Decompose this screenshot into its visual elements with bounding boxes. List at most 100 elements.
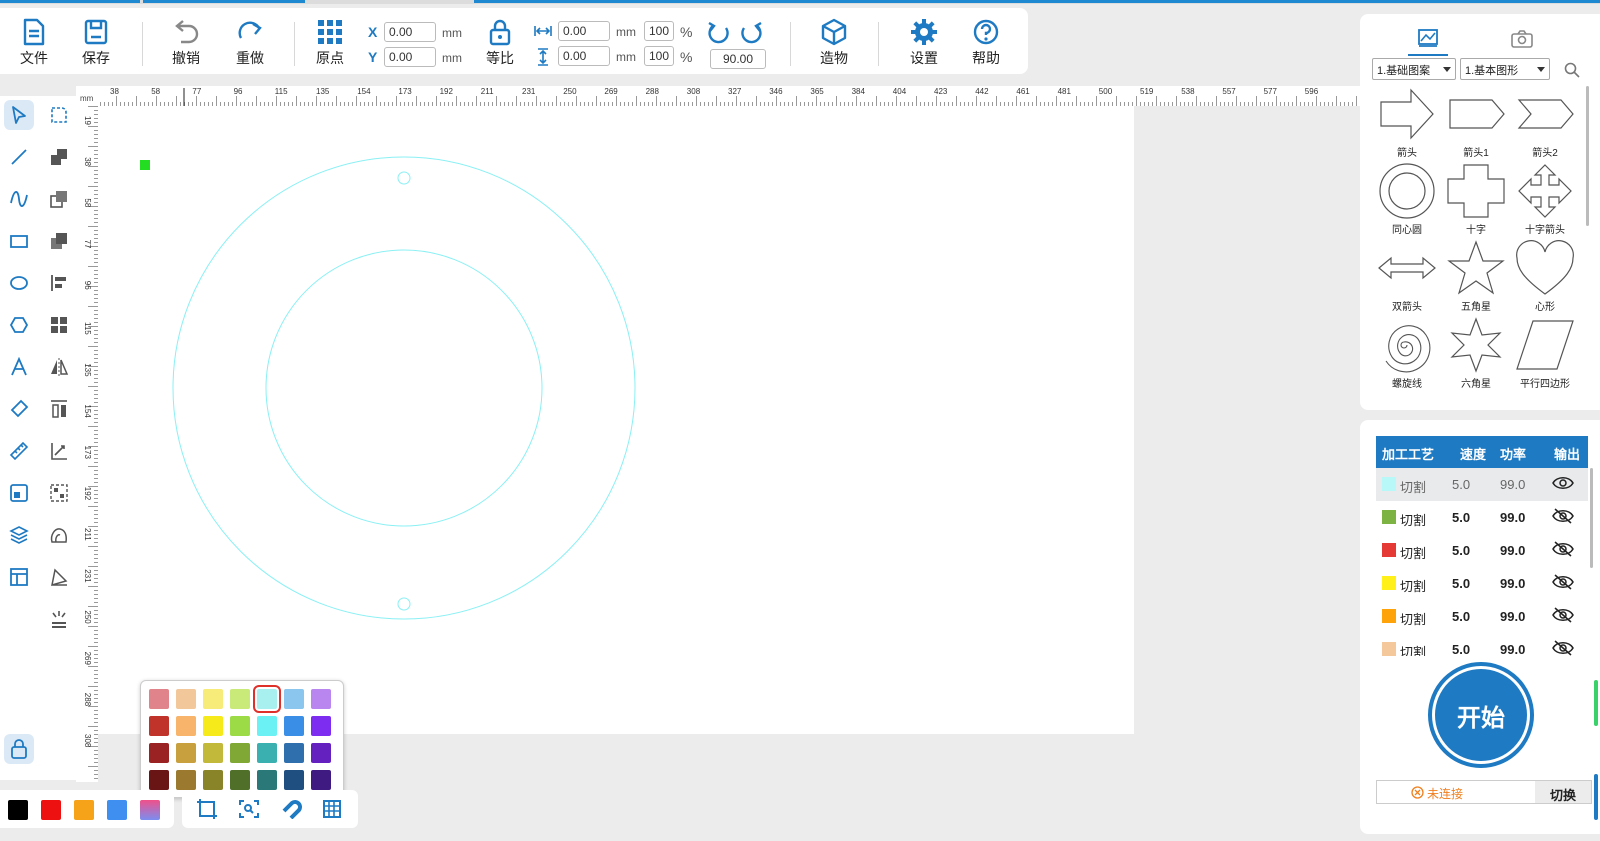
shape-list-scrollbar[interactable] — [1586, 86, 1589, 226]
bottom-hole-shape[interactable] — [397, 597, 411, 611]
boolean-intersect-tool[interactable] — [44, 226, 74, 256]
image-tab[interactable] — [1408, 22, 1448, 56]
boolean-union-tool[interactable] — [44, 142, 74, 172]
fit-canvas-icon[interactable] — [196, 799, 218, 819]
width-percent-input[interactable] — [644, 21, 674, 41]
y-position-input[interactable] — [384, 47, 436, 67]
palette-swatch[interactable] — [149, 743, 169, 763]
palette-swatch[interactable] — [311, 689, 331, 709]
palette-swatch[interactable] — [284, 743, 304, 763]
magnet-snap-icon[interactable] — [280, 799, 302, 819]
layer-color-chip[interactable] — [1382, 576, 1396, 590]
palette-swatch[interactable] — [149, 689, 169, 709]
save-button[interactable]: 保存 — [74, 18, 118, 68]
trace-tool[interactable] — [44, 520, 74, 550]
drawing-canvas[interactable] — [98, 106, 1134, 734]
palette-swatch[interactable] — [203, 770, 223, 790]
palette-swatch[interactable] — [149, 770, 169, 790]
panel-tool[interactable] — [4, 562, 34, 592]
camera-tab[interactable] — [1502, 22, 1542, 56]
lock-ratio-button[interactable]: 等比 — [478, 18, 522, 68]
search-icon[interactable] — [1564, 62, 1580, 78]
start-button[interactable]: 开始 — [1428, 662, 1534, 768]
rotation-angle-input[interactable] — [710, 49, 766, 69]
palette-swatch[interactable] — [257, 716, 277, 736]
palette-swatch[interactable] — [230, 770, 250, 790]
layers-tool[interactable] — [4, 520, 34, 550]
redo-button[interactable]: 重做 — [228, 18, 272, 68]
eye-off-icon[interactable] — [1552, 540, 1574, 558]
light-tool[interactable] — [44, 604, 74, 634]
rotate-left-icon[interactable] — [706, 20, 732, 46]
array-tool[interactable] — [44, 310, 74, 340]
palette-swatch[interactable] — [176, 716, 196, 736]
height-percent-input[interactable] — [644, 46, 674, 66]
layer-color-chip[interactable] — [1382, 510, 1396, 524]
palette-swatch[interactable] — [203, 743, 223, 763]
width-input[interactable] — [558, 21, 610, 41]
process-row[interactable]: 切割 5.0 99.0 — [1376, 600, 1588, 633]
palette-swatch[interactable] — [230, 743, 250, 763]
x-position-input[interactable] — [384, 22, 436, 42]
zoom-selection-icon[interactable] — [238, 799, 260, 819]
mirror-tool[interactable] — [44, 352, 74, 382]
build-button[interactable]: 造物 — [812, 18, 856, 68]
shape-item[interactable]: 心形 — [1512, 240, 1578, 313]
switch-device-button[interactable]: 切换 — [1535, 781, 1591, 803]
quick-color-swatch[interactable] — [140, 800, 160, 820]
quick-color-swatch[interactable] — [107, 800, 127, 820]
eye-off-icon[interactable] — [1552, 507, 1574, 525]
shape-item[interactable]: 双箭头 — [1374, 240, 1440, 313]
palette-swatch[interactable] — [311, 743, 331, 763]
process-row[interactable]: 切割 5.0 99.0 — [1376, 468, 1588, 501]
lock-canvas-button[interactable] — [4, 734, 34, 764]
palette-swatch[interactable] — [149, 716, 169, 736]
file-button[interactable]: 文件 — [12, 18, 56, 68]
process-row[interactable]: 切割 5.0 99.0 — [1376, 501, 1588, 534]
eye-off-icon[interactable] — [1552, 573, 1574, 591]
origin-button[interactable]: 原点 — [308, 18, 352, 68]
group-tool[interactable] — [44, 478, 74, 508]
curve-tool[interactable] — [4, 184, 34, 214]
layer-color-chip[interactable] — [1382, 543, 1396, 557]
process-row[interactable]: 切割 5.0 99.0 — [1376, 633, 1588, 656]
palette-swatch[interactable] — [203, 716, 223, 736]
ellipse-tool[interactable] — [4, 268, 34, 298]
quick-color-swatch[interactable] — [8, 800, 28, 820]
select-tool[interactable] — [4, 100, 34, 130]
palette-swatch[interactable] — [230, 689, 250, 709]
help-button[interactable]: 帮助 — [964, 18, 1008, 68]
eye-off-icon[interactable] — [1552, 606, 1574, 624]
grid-toggle-icon[interactable] — [322, 799, 342, 819]
process-row[interactable]: 切割 5.0 99.0 — [1376, 534, 1588, 567]
shape-item[interactable]: 六角星 — [1443, 317, 1509, 390]
shape-item[interactable]: 十字 — [1443, 163, 1509, 236]
ruler-tool[interactable] — [4, 436, 34, 466]
process-row[interactable]: 切割 5.0 99.0 — [1376, 567, 1588, 600]
shape-item[interactable]: 十字箭头 — [1512, 163, 1578, 236]
shape-type-select[interactable]: 1.基本图形 — [1460, 58, 1550, 80]
shape-item[interactable]: 螺旋线 — [1374, 317, 1440, 390]
shape-item[interactable]: 平行四边形 — [1512, 317, 1578, 390]
palette-swatch[interactable] — [284, 770, 304, 790]
palette-swatch[interactable] — [257, 770, 277, 790]
outer-circle-shape[interactable] — [172, 156, 636, 620]
palette-swatch[interactable] — [176, 770, 196, 790]
palette-swatch[interactable] — [257, 743, 277, 763]
eraser-tool[interactable] — [4, 394, 34, 424]
shape-item[interactable]: 箭头2 — [1512, 86, 1578, 159]
palette-swatch[interactable] — [311, 770, 331, 790]
eye-icon[interactable] — [1552, 474, 1574, 492]
path-tool[interactable] — [44, 562, 74, 592]
top-hole-shape[interactable] — [397, 171, 411, 185]
node-edit-tool[interactable] — [44, 100, 74, 130]
layer-color-chip[interactable] — [1382, 609, 1396, 623]
measure-tool[interactable] — [44, 436, 74, 466]
palette-swatch[interactable] — [176, 743, 196, 763]
inner-circle-shape[interactable] — [265, 249, 543, 527]
height-input[interactable] — [558, 46, 610, 66]
boolean-subtract-tool[interactable] — [44, 184, 74, 214]
text-tool[interactable] — [4, 352, 34, 382]
palette-swatch[interactable] — [176, 689, 196, 709]
palette-swatch[interactable] — [230, 716, 250, 736]
